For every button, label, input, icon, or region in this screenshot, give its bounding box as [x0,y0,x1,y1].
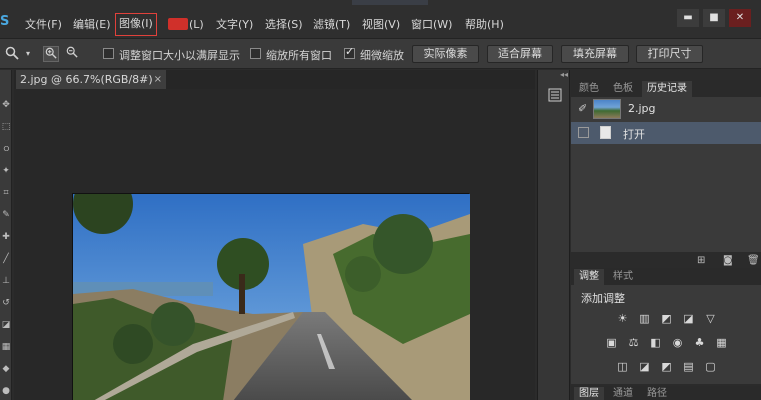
eyedropper-tool-icon[interactable]: ✎ [1,210,11,220]
chevron-down-icon[interactable]: ▾ [20,46,36,62]
photoshop-logo: S [0,14,10,29]
menu-window[interactable]: 窗口(W) [411,15,452,35]
brush-icon: ✐ [578,102,588,115]
tab-adjustments[interactable]: 调整 [574,269,604,285]
menu-type[interactable]: 文字(Y) [216,15,253,35]
tab-history[interactable]: 历史记录 [642,81,692,97]
document-image [72,174,470,400]
zoom-all-label: 缩放所有窗口 [266,49,332,62]
curves-icon[interactable]: ◩ [660,312,673,325]
layers-panel: 图层 通道 路径 [571,386,761,400]
threshold-icon[interactable]: ◩ [660,360,673,373]
dodge-tool-icon[interactable]: ● [1,386,11,396]
healing-tool-icon[interactable]: ✚ [1,232,11,242]
levels-icon[interactable]: ▥ [638,312,651,325]
document-icon [600,126,611,139]
menu-bar: S 文件(F) 编辑(E) 图像(I) (L) 文字(Y) 选择(S) 滤镜(T… [0,0,761,38]
tools-panel: ✥ ⬚ ഠ ✦ ⌗ ✎ ✚ ╱ ⊥ ↺ ◪ ▦ ◆ ● [0,70,12,400]
stamp-tool-icon[interactable]: ⊥ [1,276,11,286]
history-step[interactable]: 打开 [571,122,761,144]
brightness-icon[interactable]: ☀ [616,312,629,325]
document-tab-bar: 2.jpg @ 66.7%(RGB/8#) × [14,70,535,89]
zoom-in-icon[interactable] [43,46,59,62]
redacted-mark [168,18,188,30]
menu-select[interactable]: 选择(S) [265,15,303,35]
menu-filter[interactable]: 滤镜(T) [313,15,350,35]
eraser-tool-icon[interactable]: ◪ [1,320,11,330]
menu-edit[interactable]: 编辑(E) [73,15,111,35]
collapse-arrows-icon[interactable]: ◂◂ [538,70,571,80]
collapsed-panel-strip: ◂◂ [537,70,570,400]
canvas-area[interactable] [14,89,535,400]
photo-filter-icon[interactable]: ◉ [671,336,684,349]
new-document-from-state-icon[interactable]: ⊞ [697,255,705,266]
zoom-out-icon[interactable] [64,46,80,62]
document-tab-title: 2.jpg @ 66.7%(RGB/8#) [20,73,153,86]
menu-layer[interactable]: (L) [189,15,204,35]
tab-paths[interactable]: 路径 [642,387,672,400]
fill-screen-button[interactable]: 填充屏幕 [561,45,629,63]
adjustments-title: 添加调整 [581,292,625,305]
minimize-button[interactable]: ▬ [677,9,699,27]
marquee-tool-icon[interactable]: ⬚ [1,122,11,132]
adjustments-panel: 调整 样式 添加调整 ☀ ▥ ◩ ◪ ▽ ▣ ⚖ ◧ ◉ ♣ ▦ ◫ ◪ ◩ ▤… [571,268,761,384]
resize-windows-checkbox[interactable] [103,48,114,59]
scrubby-zoom-label: 细微缩放 [360,49,404,62]
tab-styles[interactable]: 样式 [608,269,638,285]
history-snapshot[interactable]: ✐ 2.jpg [571,98,761,120]
snapshot-label: 2.jpg [628,102,656,115]
color-lookup-icon[interactable]: ▦ [715,336,728,349]
window-controls: ▬ ■ ✕ [677,9,751,27]
options-bar: ▾ 调整窗口大小以满屏显示 缩放所有窗口 细微缩放 实际像素 适合屏幕 填充屏幕… [0,38,761,69]
move-tool-icon[interactable]: ✥ [1,100,11,110]
properties-icon[interactable] [547,88,563,104]
vibrance-icon[interactable]: ▽ [704,312,717,325]
fit-screen-button[interactable]: 适合屏幕 [487,45,553,63]
lasso-tool-icon[interactable]: ഠ [1,144,11,154]
resize-windows-label: 调整窗口大小以满屏显示 [119,49,240,62]
history-panel-header: 颜色 色板 历史记录 [571,80,761,97]
history-brush-tool-icon[interactable]: ↺ [1,298,11,308]
search-icon[interactable] [4,46,20,62]
crop-tool-icon[interactable]: ⌗ [1,188,11,198]
scrubby-zoom-checkbox[interactable] [344,45,355,59]
title-sliver [352,0,428,5]
exposure-icon[interactable]: ◪ [682,312,695,325]
blur-tool-icon[interactable]: ◆ [1,364,11,374]
adjustments-panel-header: 调整 样式 [571,268,761,285]
close-icon[interactable]: × [154,70,162,89]
color-balance-icon[interactable]: ⚖ [627,336,640,349]
history-source-checkbox[interactable] [578,127,589,138]
menu-help[interactable]: 帮助(H) [465,15,504,35]
posterize-icon[interactable]: ◪ [638,360,651,373]
zoom-all-checkbox[interactable] [250,48,261,59]
gradient-tool-icon[interactable]: ▦ [1,342,11,352]
tab-channels[interactable]: 通道 [608,387,638,400]
close-button[interactable]: ✕ [729,9,751,27]
invert-icon[interactable]: ◫ [616,360,629,373]
menu-file[interactable]: 文件(F) [25,15,62,35]
menu-image[interactable]: 图像(I) [115,13,157,36]
actual-pixels-button[interactable]: 实际像素 [412,45,479,63]
tab-layers[interactable]: 图层 [574,387,604,400]
trash-icon[interactable]: 🗑 [747,255,760,266]
tab-swatches[interactable]: 色板 [608,81,638,97]
camera-icon[interactable]: ◙ [723,255,733,266]
brush-tool-icon[interactable]: ╱ [1,254,11,264]
snapshot-thumbnail [593,99,621,119]
selective-color-icon[interactable]: ▢ [704,360,717,373]
hue-saturation-icon[interactable]: ▣ [605,336,618,349]
black-white-icon[interactable]: ◧ [649,336,662,349]
maximize-button[interactable]: ■ [703,9,725,27]
gradient-map-icon[interactable]: ▤ [682,360,695,373]
print-size-button[interactable]: 打印尺寸 [636,45,703,63]
tab-color[interactable]: 颜色 [574,81,604,97]
magic-wand-tool-icon[interactable]: ✦ [1,166,11,176]
channel-mixer-icon[interactable]: ♣ [693,336,706,349]
document-tab[interactable]: 2.jpg @ 66.7%(RGB/8#) × [16,70,166,89]
menu-view[interactable]: 视图(V) [362,15,400,35]
history-step-label: 打开 [623,128,645,141]
layers-panel-header: 图层 通道 路径 [571,386,761,400]
history-panel: 颜色 色板 历史记录 ✐ 2.jpg 打开 ⊞ ◙ 🗑 [571,80,761,266]
